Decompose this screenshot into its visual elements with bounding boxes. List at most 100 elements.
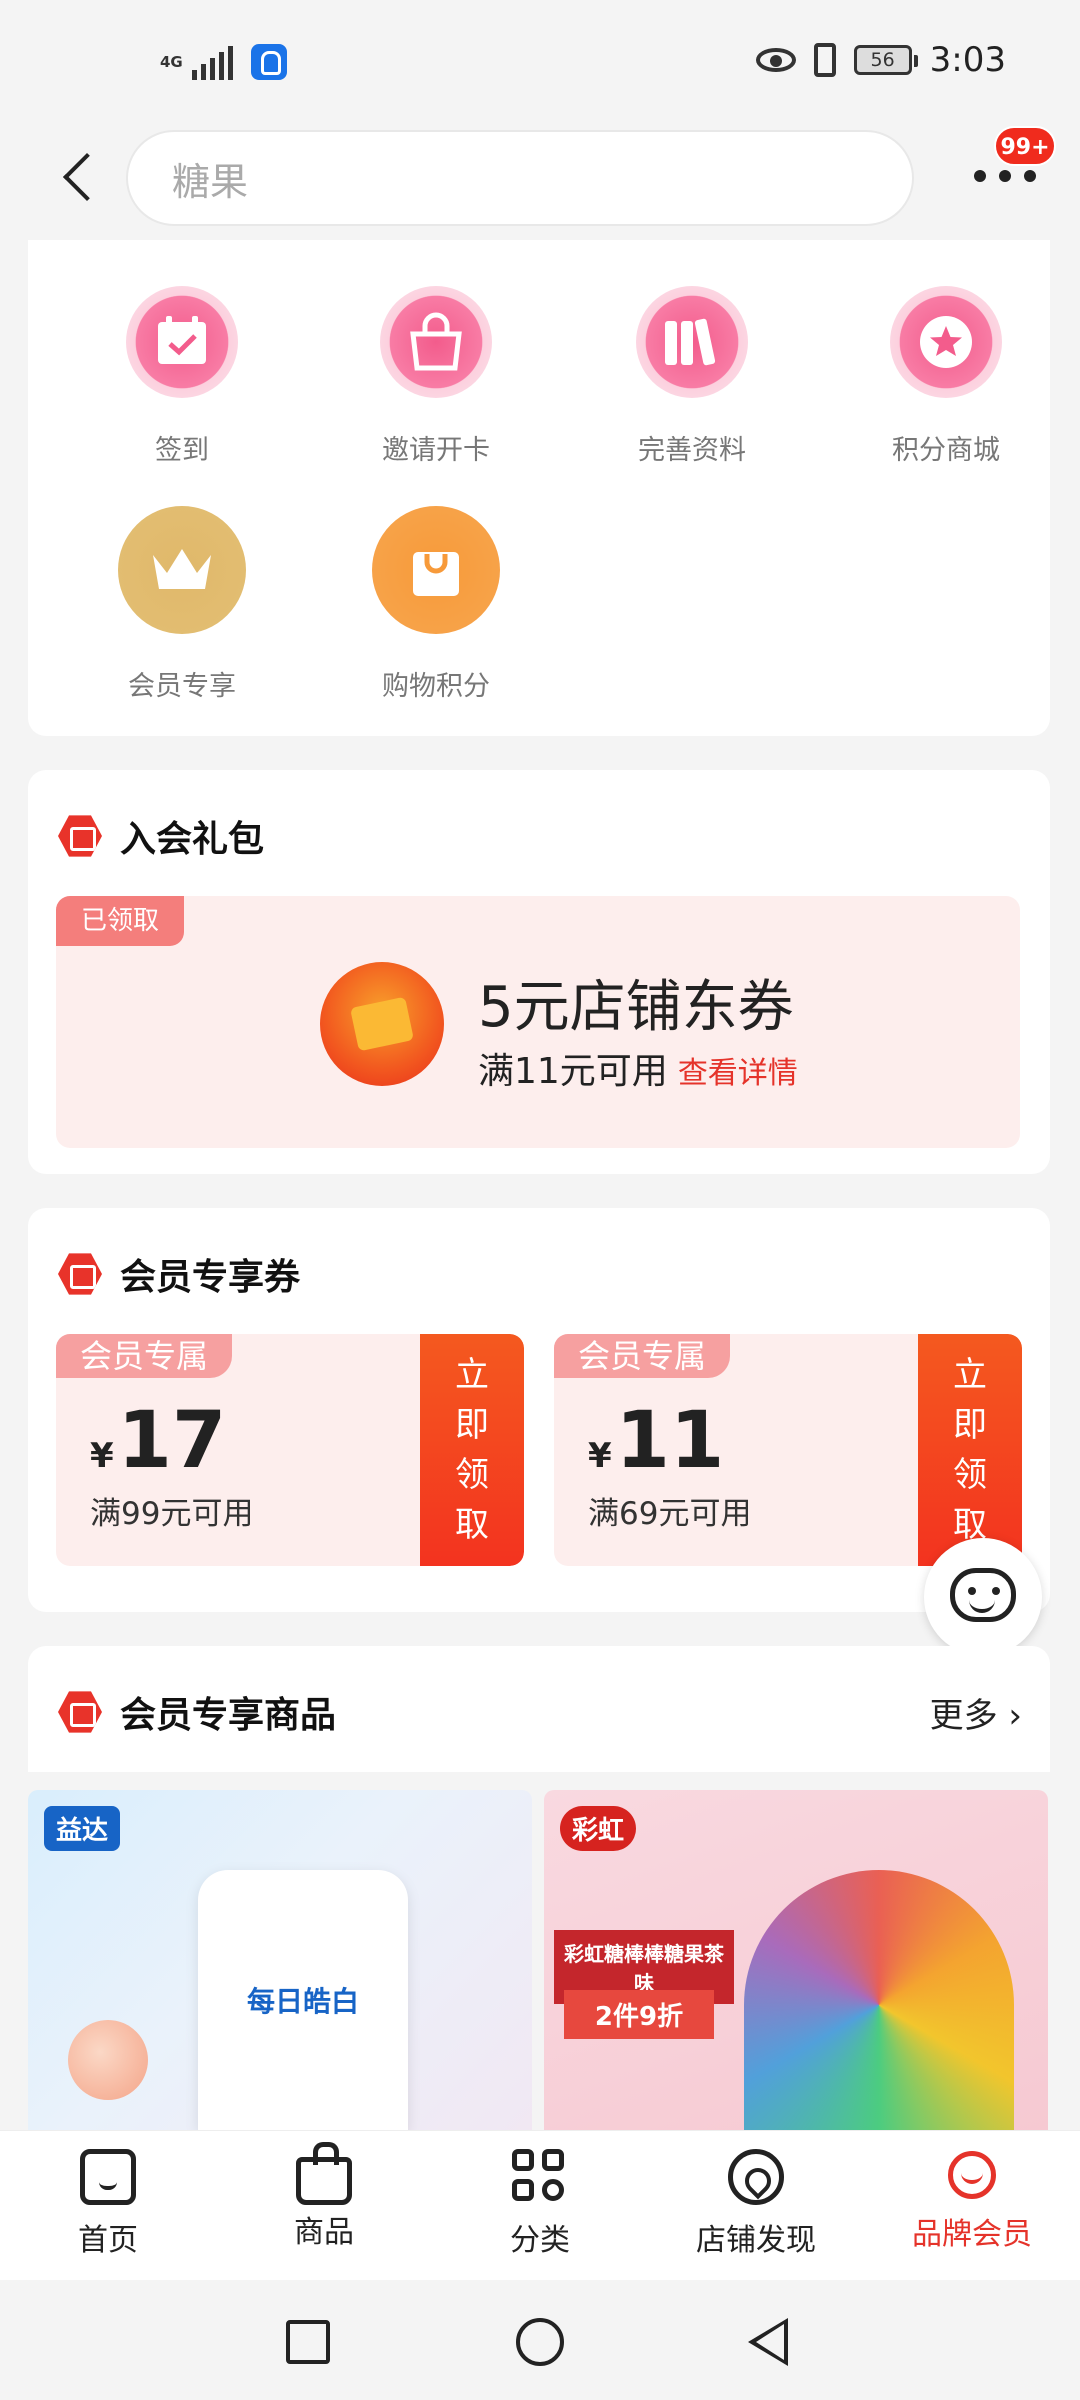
more-products-link[interactable]: 更多 › bbox=[930, 1688, 1022, 1737]
vibrate-icon bbox=[813, 43, 836, 77]
gift-section-title: 入会礼包 bbox=[58, 810, 264, 862]
tab-label: 商品 bbox=[294, 2215, 354, 2250]
product-card[interactable]: 彩虹 彩虹糖棒棒糖果茶味 2件9折 bbox=[544, 1790, 1048, 2130]
quick-action-label: 会员专享 bbox=[128, 671, 236, 702]
quick-action-invite[interactable]: 邀请开卡 bbox=[336, 286, 536, 467]
more-menu-icon[interactable] bbox=[974, 170, 1036, 184]
status-bar: 4G 56 3:03 bbox=[0, 0, 1080, 130]
notification-app-icon bbox=[251, 44, 287, 80]
tab-label: 首页 bbox=[78, 2223, 138, 2258]
tab-home[interactable]: 首页 bbox=[28, 2149, 188, 2259]
coupon-condition: 满69元可用 bbox=[588, 1496, 752, 1532]
chat-bubble-icon bbox=[950, 1568, 1016, 1622]
tab-products[interactable]: 商品 bbox=[244, 2142, 404, 2251]
gift-condition-text: 满11元可用 bbox=[478, 1051, 668, 1092]
brand-logo: 彩虹 bbox=[560, 1806, 637, 1851]
system-nav-bar bbox=[0, 2280, 1080, 2400]
clock: 3:03 bbox=[929, 40, 1006, 80]
coupon-price: ¥ 11 bbox=[588, 1396, 724, 1486]
shopping-bag-icon bbox=[296, 2142, 352, 2205]
product-name: 每日皓白 bbox=[246, 1985, 359, 2018]
product-image bbox=[744, 1870, 1014, 2130]
quick-action-label: 签到 bbox=[155, 435, 209, 466]
ticket-icon bbox=[58, 1253, 102, 1295]
member-products-header: 会员专享商品 更多 › bbox=[28, 1646, 1050, 1772]
coupon-coin-icon bbox=[320, 962, 444, 1086]
currency-symbol: ¥ bbox=[588, 1436, 612, 1476]
coupon-amount: 11 bbox=[615, 1396, 725, 1486]
coupon-amount: 17 bbox=[117, 1396, 227, 1486]
tab-label: 店铺发现 bbox=[696, 2223, 816, 2258]
products-title: 会员专享商品 bbox=[120, 1695, 337, 1736]
quick-action-label: 积分商城 bbox=[892, 435, 1000, 466]
ticket-icon bbox=[58, 815, 102, 857]
coupon-condition: 满99元可用 bbox=[90, 1496, 254, 1532]
status-left: 4G bbox=[160, 44, 287, 80]
quick-action-points-mall[interactable]: 积分商城 bbox=[846, 286, 1046, 467]
coupon-item: 会员专属 ¥ 11 满69元可用 立即领取 bbox=[554, 1334, 1022, 1566]
gift-coupon[interactable]: 已领取 5元店铺东券 满11元可用 查看详情 bbox=[56, 896, 1020, 1148]
quick-action-profile[interactable]: 完善资料 bbox=[592, 286, 792, 467]
coupons-title: 会员专享券 bbox=[120, 1257, 301, 1298]
brand-logo: 益达 bbox=[44, 1806, 121, 1851]
back-triangle-icon[interactable] bbox=[748, 2318, 788, 2366]
join-gift-card: 入会礼包 已领取 5元店铺东券 满11元可用 查看详情 bbox=[28, 770, 1050, 1174]
storefront-icon bbox=[80, 2149, 136, 2205]
tab-label: 分类 bbox=[510, 2223, 570, 2258]
quick-action-member-exclusive[interactable]: 会员专享 bbox=[82, 506, 282, 703]
signal-icon bbox=[192, 44, 233, 80]
shopping-bag-icon bbox=[372, 506, 500, 634]
coupon-item: 会员专属 ¥ 17 满99元可用 立即领取 bbox=[56, 1334, 524, 1566]
products-section-title: 会员专享商品 bbox=[58, 1686, 336, 1738]
member-coupons-card: 会员专享券 会员专属 ¥ 17 满99元可用 立即领取 会员专属 ¥ 11 满6… bbox=[28, 1208, 1050, 1612]
customer-service-button[interactable] bbox=[924, 1538, 1042, 1656]
category-grid-icon bbox=[512, 2149, 568, 2205]
tab-brand-member[interactable]: 品牌会员 bbox=[892, 2149, 1052, 2253]
coupon-tag: 会员专属 bbox=[56, 1334, 232, 1378]
claim-button-label: 立即领取 bbox=[953, 1355, 987, 1545]
recent-apps-icon[interactable] bbox=[286, 2320, 330, 2364]
books-icon bbox=[636, 286, 748, 398]
discover-icon bbox=[728, 2149, 784, 2205]
crown-icon bbox=[118, 506, 246, 634]
calendar-check-icon bbox=[126, 286, 238, 398]
quick-action-label: 购物积分 bbox=[382, 671, 490, 702]
coupon-tag: 会员专属 bbox=[554, 1334, 730, 1378]
notification-badge: 99+ bbox=[994, 126, 1056, 166]
tab-label: 品牌会员 bbox=[912, 2217, 1032, 2252]
tab-categories[interactable]: 分类 bbox=[460, 2149, 620, 2259]
quick-action-shopping-points[interactable]: 购物积分 bbox=[336, 506, 536, 703]
peach-image bbox=[68, 2020, 148, 2100]
gift-coupon-title: 5元店铺东券 bbox=[478, 975, 794, 1040]
received-tag: 已领取 bbox=[56, 896, 184, 946]
ticket-icon bbox=[58, 1691, 102, 1733]
claim-coupon-button[interactable]: 立即领取 bbox=[918, 1334, 1022, 1566]
quick-actions-card: 签到 邀请开卡 完善资料 积分商城 会员专享 购物积分 bbox=[28, 240, 1050, 736]
quick-action-label: 邀请开卡 bbox=[382, 435, 490, 466]
coupons-section-title: 会员专享券 bbox=[58, 1248, 300, 1300]
shopping-bag-icon bbox=[380, 286, 492, 398]
gift-title: 入会礼包 bbox=[120, 819, 265, 860]
search-placeholder: 糖果 bbox=[172, 159, 249, 204]
home-icon[interactable] bbox=[516, 2318, 564, 2366]
back-arrow-icon[interactable] bbox=[56, 150, 96, 206]
quick-action-label: 完善资料 bbox=[638, 435, 746, 466]
product-promo: 2件9折 bbox=[564, 1990, 714, 2039]
network-type: 4G bbox=[160, 53, 183, 71]
member-smile-icon bbox=[948, 2151, 996, 2199]
gift-coupon-condition: 满11元可用 查看详情 bbox=[478, 1042, 798, 1094]
coupon-price: ¥ 17 bbox=[90, 1396, 226, 1486]
eye-comfort-icon bbox=[755, 48, 796, 72]
product-card[interactable]: 益达 每日皓白 bbox=[28, 1790, 532, 2130]
currency-symbol: ¥ bbox=[90, 1436, 114, 1476]
view-details-link[interactable]: 查看详情 bbox=[678, 1056, 798, 1091]
battery-icon: 56 bbox=[853, 45, 918, 75]
product-image: 每日皓白 bbox=[198, 1870, 408, 2130]
star-icon bbox=[890, 286, 1002, 398]
bottom-tab-bar: 首页 商品 分类 店铺发现 品牌会员 bbox=[0, 2130, 1080, 2280]
tab-store-discover[interactable]: 店铺发现 bbox=[676, 2149, 836, 2259]
quick-action-checkin[interactable]: 签到 bbox=[82, 286, 282, 467]
claim-coupon-button[interactable]: 立即领取 bbox=[420, 1334, 524, 1566]
claim-button-label: 立即领取 bbox=[455, 1355, 489, 1545]
search-input[interactable]: 糖果 bbox=[126, 130, 914, 226]
